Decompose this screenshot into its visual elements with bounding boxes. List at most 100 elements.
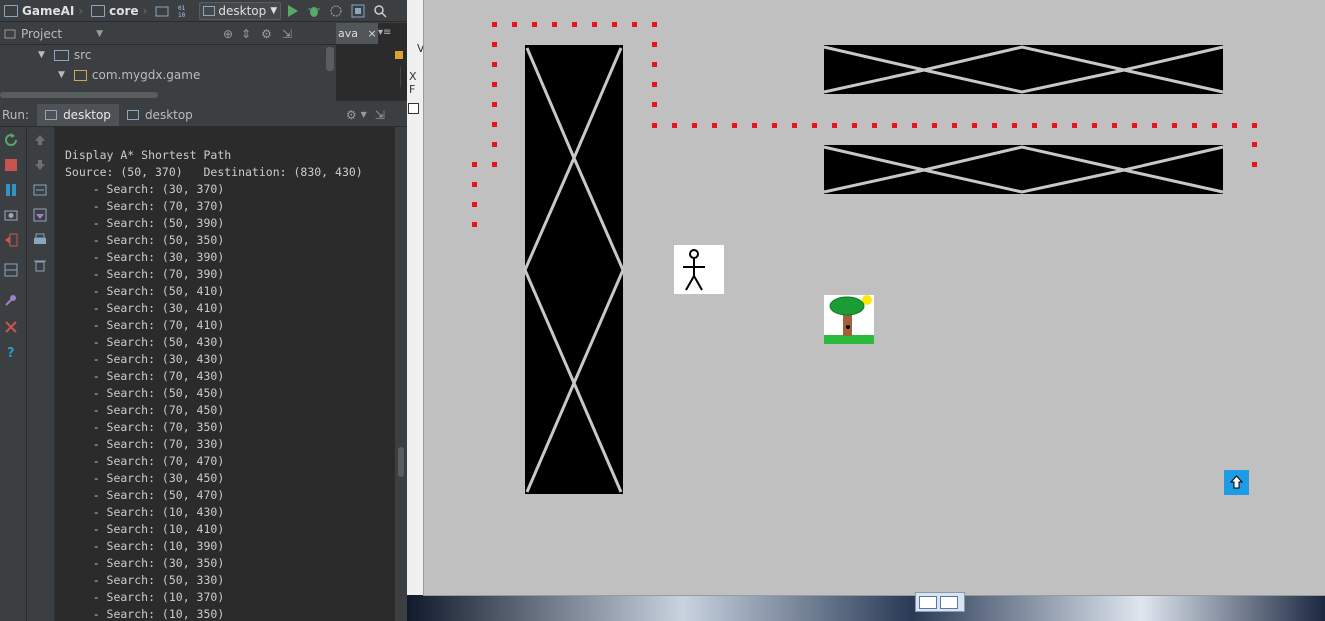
tree-item-package[interactable]: ▼ com.mygdx.game	[58, 68, 200, 82]
expand-arrow-icon[interactable]: ▼	[58, 70, 65, 80]
layout-icon[interactable]	[4, 263, 18, 277]
gear-icon[interactable]: ⚙	[261, 27, 272, 41]
scroll-up-button[interactable]	[1224, 470, 1249, 495]
path-dot	[632, 22, 637, 27]
sync-target-icon[interactable]: ⊕	[223, 27, 233, 41]
chevron-down-icon[interactable]: ▼	[361, 110, 367, 119]
path-dot	[512, 22, 517, 27]
stick-figure-agent[interactable]	[674, 245, 724, 294]
editor-area-peek: ava × ▾≡	[336, 23, 407, 101]
breadcrumb-module[interactable]: core	[91, 4, 139, 18]
console-line: - Search: (70, 450)	[65, 403, 225, 417]
run-actions-column: ?	[0, 127, 27, 621]
search-icon[interactable]	[373, 4, 387, 18]
tab-overflow-icon[interactable]: ▾≡	[378, 27, 391, 38]
path-dot	[652, 102, 657, 107]
taskbar-thumbnail[interactable]	[915, 592, 965, 612]
project-structure-icon[interactable]	[351, 4, 365, 18]
run-tab-desktop-2[interactable]: desktop	[119, 104, 201, 126]
folder-icon	[53, 49, 69, 61]
soft-wrap-icon[interactable]	[33, 183, 47, 197]
path-dot	[492, 162, 497, 167]
game-canvas[interactable]	[423, 0, 1325, 596]
pause-icon[interactable]	[4, 183, 18, 197]
chevron-down-icon[interactable]: ▼	[96, 29, 103, 39]
console-line: - Search: (10, 390)	[65, 539, 225, 553]
path-dot	[872, 123, 877, 128]
console-actions-column	[27, 127, 55, 621]
path-dot	[1192, 123, 1197, 128]
editor-gutter	[400, 67, 407, 87]
close-icon[interactable]: ×	[368, 27, 377, 40]
run-play-icon[interactable]	[285, 4, 299, 18]
checkbox[interactable]	[408, 103, 419, 114]
editor-tab[interactable]: ava ×	[336, 23, 378, 44]
run-tab-desktop-1[interactable]: desktop	[37, 103, 119, 126]
breadcrumb-project[interactable]: GameAI	[4, 4, 74, 18]
path-dot	[772, 123, 777, 128]
help-icon[interactable]: ?	[4, 345, 18, 359]
path-dot	[472, 162, 477, 167]
console-line: - Search: (10, 350)	[65, 607, 225, 621]
console-line: - Search: (10, 370)	[65, 590, 225, 604]
path-dot	[652, 123, 657, 128]
path-dot	[792, 123, 797, 128]
print-icon[interactable]	[33, 233, 47, 247]
editor-tab-label: ava	[338, 27, 358, 40]
warning-marker-icon	[395, 51, 403, 59]
console-line: - Search: (50, 330)	[65, 573, 225, 587]
camera-dump-icon[interactable]	[4, 208, 18, 222]
path-dot	[1252, 142, 1257, 147]
path-dot	[1172, 123, 1177, 128]
obstacle-tall	[523, 45, 625, 494]
vertical-scrollbar[interactable]	[326, 47, 334, 71]
window-text: X F	[409, 70, 417, 96]
scrollbar-thumb[interactable]	[398, 447, 404, 477]
project-folder-icon	[4, 4, 18, 17]
console-line: Display A* Shortest Path	[65, 148, 232, 162]
debug-bug-icon[interactable]	[307, 4, 321, 18]
path-dot	[1132, 123, 1137, 128]
horizontal-scrollbar[interactable]	[0, 92, 158, 98]
package-icon	[73, 69, 87, 81]
path-dot	[492, 102, 497, 107]
pin-icon[interactable]	[4, 293, 18, 307]
console-scrollbar[interactable]	[395, 127, 407, 621]
console-line: - Search: (70, 430)	[65, 369, 225, 383]
path-dot	[492, 122, 497, 127]
binary-sort-icon[interactable]: 0110	[177, 4, 191, 18]
tree-item-src[interactable]: ▼ src	[38, 48, 91, 62]
ide-window: GameAI › core › 01 10 desktop ▼ Project ▼…	[0, 0, 407, 621]
hide-panel-icon[interactable]: ⇲	[282, 27, 292, 41]
console-line: - Search: (70, 350)	[65, 420, 225, 434]
path-dot	[1092, 123, 1097, 128]
path-dot	[852, 123, 857, 128]
clear-trash-icon[interactable]	[33, 258, 47, 272]
arrow-down-icon[interactable]	[33, 158, 47, 172]
close-icon[interactable]	[4, 320, 18, 334]
folder-icon[interactable]	[155, 4, 169, 18]
collapse-all-icon[interactable]: ⇕	[241, 27, 251, 41]
expand-arrow-icon[interactable]: ▼	[38, 50, 45, 60]
project-panel-title[interactable]: Project	[21, 27, 62, 41]
run-config-select[interactable]: desktop ▼	[199, 1, 282, 20]
stop-icon[interactable]	[4, 158, 18, 172]
coverage-icon[interactable]	[329, 4, 343, 18]
console-line: - Search: (50, 450)	[65, 386, 225, 400]
game-world	[472, 22, 1257, 494]
path-dot	[472, 202, 477, 207]
rerun-icon[interactable]	[4, 133, 18, 147]
svg-text:01: 01	[178, 5, 186, 12]
path-dot	[1052, 123, 1057, 128]
console-output[interactable]: Display A* Shortest Path Source: (50, 370…	[55, 127, 395, 621]
arrow-up-icon[interactable]	[33, 133, 47, 147]
console-line: - Search: (30, 370)	[65, 182, 225, 196]
exit-icon[interactable]	[4, 233, 18, 247]
gear-icon[interactable]: ⚙	[346, 108, 357, 122]
scroll-to-end-icon[interactable]	[33, 208, 47, 222]
path-dot	[652, 82, 657, 87]
tree-destination[interactable]	[824, 295, 874, 344]
console-line: - Search: (50, 410)	[65, 284, 225, 298]
run-panel-header: Run: desktop desktop ⚙ ▼ ⇲	[0, 103, 407, 127]
hide-panel-icon[interactable]: ⇲	[375, 108, 385, 122]
